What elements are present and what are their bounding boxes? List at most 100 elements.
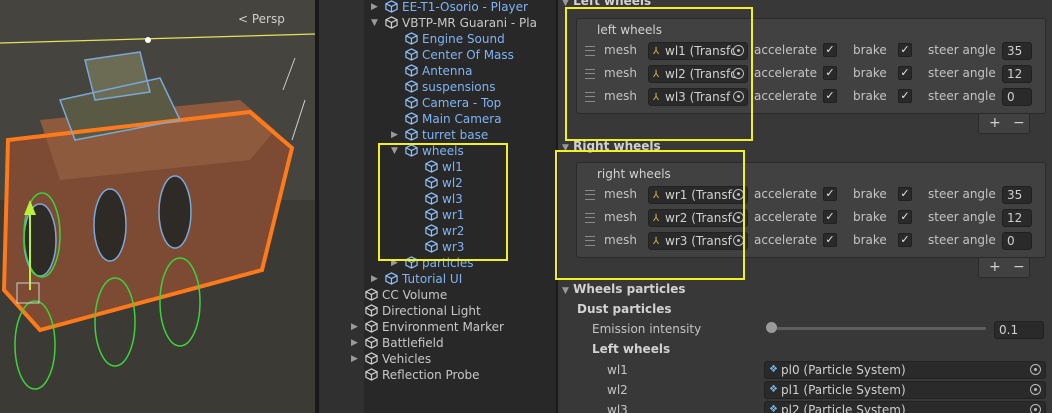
hierarchy-item-label: Reflection Probe <box>382 368 480 382</box>
gameobject-cube-icon <box>405 128 418 141</box>
gameobject-cube-icon <box>405 32 418 45</box>
highlight-wheels-hierarchy <box>378 143 508 261</box>
particle-system-icon: ❖ <box>769 384 778 395</box>
scene-canvas[interactable] <box>0 0 315 413</box>
highlight-right-wheels <box>555 150 745 280</box>
persp-label[interactable]: < Persp <box>238 12 285 26</box>
particle-system-field[interactable]: ❖ pl0 (Particle System) <box>764 361 1046 379</box>
add-element-button[interactable]: + <box>989 114 1001 132</box>
hierarchy-item[interactable]: ▶ turret base <box>319 127 556 143</box>
hierarchy-item[interactable]: CC Volume <box>319 287 556 303</box>
accelerate-checkbox[interactable]: ✓ <box>823 233 837 247</box>
steer-angle-field[interactable]: 0 <box>1002 88 1032 106</box>
accelerate-checkbox[interactable]: ✓ <box>823 210 837 224</box>
hierarchy-item-label: turret base <box>422 128 489 142</box>
brake-label: brake <box>853 89 887 103</box>
wheels-particles-header[interactable]: ▼ Wheels particles <box>562 282 686 296</box>
gameobject-cube-icon <box>365 368 378 381</box>
particle-system-field[interactable]: ❖ pl2 (Particle System) <box>764 401 1046 413</box>
steer-angle-field[interactable]: 35 <box>1002 42 1032 60</box>
remove-element-button[interactable]: − <box>1013 114 1025 132</box>
brake-label: brake <box>853 210 887 224</box>
expand-arrow-icon[interactable]: ▶ <box>351 351 361 367</box>
expand-arrow-icon[interactable]: ▶ <box>351 335 361 351</box>
brake-checkbox[interactable]: ✓ <box>898 210 912 224</box>
gameobject-cube-icon <box>405 64 418 77</box>
brake-label: brake <box>853 187 887 201</box>
hierarchy-item-label: Battlefield <box>382 336 444 350</box>
gameobject-cube-icon <box>385 0 398 13</box>
hierarchy-item-label: VBTP-MR Guarani - Pla <box>402 16 537 30</box>
accelerate-checkbox[interactable]: ✓ <box>823 89 837 103</box>
brake-label: brake <box>853 66 887 80</box>
brake-checkbox[interactable]: ✓ <box>898 66 912 80</box>
hierarchy-item-label: Center Of Mass <box>422 48 514 62</box>
emission-slider-thumb[interactable] <box>766 322 777 333</box>
hierarchy-item[interactable]: suspensions <box>319 79 556 95</box>
gameobject-cube-icon <box>365 336 378 349</box>
hierarchy-item[interactable]: Camera - Top <box>319 95 556 111</box>
hierarchy-item-label: suspensions <box>422 80 496 94</box>
hierarchy-item[interactable]: Directional Light <box>319 303 556 319</box>
particle-system-icon: ❖ <box>769 364 778 375</box>
hierarchy-item-label: CC Volume <box>382 288 448 302</box>
expand-arrow-icon[interactable]: ▶ <box>351 319 361 335</box>
steer-angle-label: steer angle <box>928 89 996 103</box>
brake-checkbox[interactable]: ✓ <box>898 233 912 247</box>
object-picker-icon[interactable] <box>1030 384 1041 395</box>
brake-checkbox[interactable]: ✓ <box>898 43 912 57</box>
emission-intensity-label: Emission intensity <box>592 322 702 336</box>
expand-arrow-icon[interactable]: ▶ <box>391 127 401 143</box>
steer-angle-label: steer angle <box>928 66 996 80</box>
remove-element-button[interactable]: − <box>1013 258 1025 276</box>
steer-angle-field[interactable]: 0 <box>1002 232 1032 250</box>
particle-system-field[interactable]: ❖ pl1 (Particle System) <box>764 381 1046 399</box>
accelerate-checkbox[interactable]: ✓ <box>823 43 837 57</box>
gameobject-cube-icon <box>365 320 378 333</box>
object-picker-icon[interactable] <box>1030 364 1041 375</box>
expand-arrow-icon[interactable]: ▶ <box>371 0 381 15</box>
hierarchy-item-label: Camera - Top <box>422 96 502 110</box>
accelerate-checkbox[interactable]: ✓ <box>823 187 837 201</box>
hierarchy-item[interactable]: ▶ Tutorial UI <box>319 271 556 287</box>
hierarchy-item[interactable]: ▶ EE-T1-Osorio - Player <box>319 0 556 15</box>
right-list-controls: + − <box>978 258 1030 278</box>
hierarchy-item[interactable]: ▼ VBTP-MR Guarani - Pla <box>319 15 556 31</box>
brake-checkbox[interactable]: ✓ <box>898 187 912 201</box>
brake-label: brake <box>853 43 887 57</box>
brake-label: brake <box>853 233 887 247</box>
hierarchy-item[interactable]: ▶ Battlefield <box>319 335 556 351</box>
accelerate-label: accelerate <box>754 233 818 247</box>
expand-arrow-icon[interactable]: ▶ <box>371 271 381 287</box>
hierarchy-item[interactable]: Antenna <box>319 63 556 79</box>
steer-angle-field[interactable]: 35 <box>1002 186 1032 204</box>
emission-intensity-field[interactable]: 0.1 <box>994 321 1044 339</box>
object-picker-icon[interactable] <box>1030 404 1041 413</box>
particle-wheel-label: wl2 <box>607 383 628 397</box>
gameobject-cube-icon <box>405 80 418 93</box>
hierarchy-item[interactable]: Center Of Mass <box>319 47 556 63</box>
hierarchy-item[interactable]: Reflection Probe <box>319 367 556 383</box>
steer-angle-field[interactable]: 12 <box>1002 209 1032 227</box>
particle-wheel-label: wl1 <box>607 363 628 377</box>
hierarchy-item-label: Environment Marker <box>382 320 504 334</box>
hierarchy-item[interactable]: ▶ Vehicles <box>319 351 556 367</box>
accelerate-checkbox[interactable]: ✓ <box>823 66 837 80</box>
add-element-button[interactable]: + <box>989 258 1001 276</box>
hierarchy-item[interactable]: ▶ Environment Marker <box>319 319 556 335</box>
particle-wheel-label: wl3 <box>607 403 628 413</box>
steer-angle-field[interactable]: 12 <box>1002 65 1032 83</box>
hierarchy-item[interactable]: Main Camera <box>319 111 556 127</box>
gameobject-cube-icon <box>405 112 418 125</box>
emission-slider-track[interactable] <box>771 327 986 330</box>
scene-view[interactable]: < Persp <box>0 0 315 413</box>
steer-angle-label: steer angle <box>928 187 996 201</box>
gameobject-cube-icon <box>365 288 378 301</box>
gameobject-cube-icon <box>405 48 418 61</box>
expand-arrow-icon[interactable]: ▼ <box>371 15 381 31</box>
highlight-left-wheels <box>565 7 753 141</box>
hierarchy-item[interactable]: Engine Sound <box>319 31 556 47</box>
hierarchy-item-label: EE-T1-Osorio - Player <box>402 0 528 14</box>
brake-checkbox[interactable]: ✓ <box>898 89 912 103</box>
steer-angle-label: steer angle <box>928 43 996 57</box>
